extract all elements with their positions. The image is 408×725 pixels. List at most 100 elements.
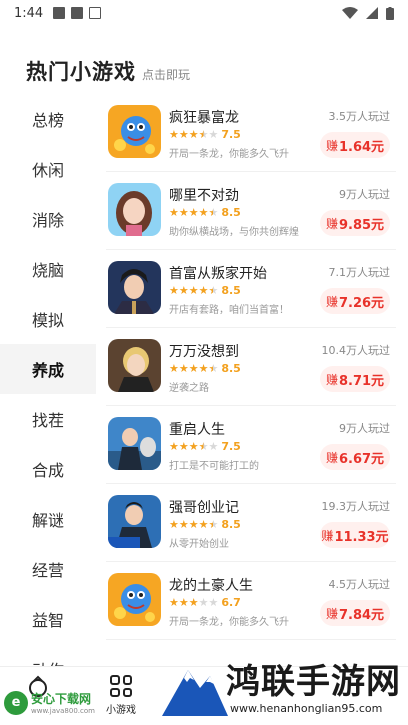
earn-amount: 11.33元 xyxy=(334,529,389,545)
sidebar-item[interactable]: 休闲 xyxy=(0,144,96,194)
star-rating-icon: ★★★★★ xyxy=(169,283,219,297)
game-rating: ★★★★★ 8.5 xyxy=(169,283,241,297)
game-description: 开局一条龙，你能多久飞升 xyxy=(169,149,289,160)
page-subtitle: 点击即玩 xyxy=(142,68,191,82)
page-title: 热门小游戏 xyxy=(26,60,136,84)
earn-reward-button[interactable]: 赚 9.85元 xyxy=(320,210,390,236)
nav-games-label: 小游戏 xyxy=(106,705,136,716)
game-description: 开局一条龙，你能多久飞升 xyxy=(169,617,289,628)
play-count: 10.4万人玩过 xyxy=(321,344,391,357)
game-list-item[interactable]: 疯狂暴富龙 ★★★★★ 7.5 开局一条龙，你能多久飞升 3.5万人玩过赚 1.64元 xyxy=(106,94,396,172)
status-bar: 1:44 xyxy=(0,0,408,26)
earn-prefix: 赚 xyxy=(325,606,338,621)
sidebar-item[interactable]: 模拟 xyxy=(0,294,96,344)
sidebar-item[interactable]: 找茬 xyxy=(0,394,96,444)
star-rating-icon: ★★★★★ xyxy=(169,205,219,219)
play-count: 3.5万人玩过 xyxy=(328,110,391,123)
notification-icon xyxy=(53,7,66,19)
game-list-item[interactable]: 首富从叛家开始 ★★★★★ 8.5 开店有套路，咱们当首富！ 7.1万人玩过赚 7.26元 xyxy=(106,250,396,328)
game-title: 哪里不对劲 xyxy=(169,188,239,204)
earn-prefix: 赚 xyxy=(325,216,338,231)
sidebar-item[interactable]: 经营 xyxy=(0,544,96,594)
game-rating: ★★★★★ 6.7 xyxy=(169,595,241,609)
game-title: 万万没想到 xyxy=(169,344,239,360)
game-list: 疯狂暴富龙 ★★★★★ 7.5 开局一条龙，你能多久飞升 3.5万人玩过赚 1.64元 哪里… xyxy=(106,94,396,640)
sidebar-item[interactable]: 养成 xyxy=(0,344,96,394)
sidebar-item[interactable]: 总榜 xyxy=(0,94,96,144)
section-header: 热门小游戏 点击即玩 xyxy=(26,56,190,86)
game-title: 疯狂暴富龙 xyxy=(169,110,239,126)
sim-card-icon xyxy=(89,7,102,19)
game-rating: ★★★★★ 7.5 xyxy=(169,127,241,141)
earn-amount: 1.64元 xyxy=(338,139,385,155)
battery-icon xyxy=(386,6,394,20)
wifi-icon xyxy=(342,7,358,19)
earn-reward-button[interactable]: 赚 6.67元 xyxy=(320,444,390,470)
game-list-item[interactable]: 重启人生 ★★★★★ 7.5 打工是不可能打工的 9万人玩过赚 6.67元 xyxy=(106,406,396,484)
game-description: 打工是不可能打工的 xyxy=(169,461,259,472)
earn-prefix: 赚 xyxy=(325,138,338,153)
game-title: 龙的土豪人生 xyxy=(169,578,253,594)
star-rating-icon: ★★★★★ xyxy=(169,361,219,375)
game-list-item[interactable]: 龙的土豪人生 ★★★★★ 6.7 开局一条龙，你能多久飞升 4.5万人玩过赚 7.84元 xyxy=(106,562,396,640)
earn-amount: 7.84元 xyxy=(338,607,385,623)
signal-icon xyxy=(366,7,378,19)
game-score: 8.5 xyxy=(221,283,241,297)
earn-amount: 8.71元 xyxy=(338,373,385,389)
watermark-right: 鸿联手游网 www.henanhonglian95.com xyxy=(160,652,408,725)
sidebar-item[interactable]: 解谜 xyxy=(0,494,96,544)
game-score: 7.5 xyxy=(221,127,241,141)
sidebar-item[interactable]: 烧脑 xyxy=(0,244,96,294)
watermark-left-title: 安心下载网 xyxy=(31,692,92,706)
game-title: 强哥创业记 xyxy=(169,500,239,516)
earn-prefix: 赚 xyxy=(325,450,338,465)
game-score: 8.5 xyxy=(221,517,241,531)
game-list-item[interactable]: 哪里不对劲 ★★★★★ 8.5 助你纵横战场，与你共创辉煌 9万人玩过赚 9.85元 xyxy=(106,172,396,250)
game-thumbnail[interactable] xyxy=(108,105,161,158)
game-score: 8.5 xyxy=(221,205,241,219)
earn-prefix: 赚 xyxy=(321,528,334,543)
game-list-item[interactable]: 强哥创业记 ★★★★★ 8.5 从零开始创业 19.3万人玩过赚 11.33元 xyxy=(106,484,396,562)
star-rating-icon: ★★★★★ xyxy=(169,595,219,609)
sidebar-item[interactable]: 消除 xyxy=(0,194,96,244)
nav-games-tab[interactable]: 小游戏 xyxy=(106,675,136,716)
game-title: 首富从叛家开始 xyxy=(169,266,267,282)
sidebar-item[interactable]: 益智 xyxy=(0,594,96,644)
game-thumbnail[interactable] xyxy=(108,495,161,548)
mountain-logo-icon xyxy=(162,670,228,716)
play-count: 4.5万人玩过 xyxy=(328,578,391,591)
earn-prefix: 赚 xyxy=(325,294,338,309)
game-description: 助你纵横战场，与你共创辉煌 xyxy=(169,227,299,238)
category-sidebar: 总榜休闲消除烧脑模拟养成找茬合成解谜经营益智动作 xyxy=(0,94,96,694)
earn-reward-button[interactable]: 赚 1.64元 xyxy=(320,132,390,158)
game-thumbnail[interactable] xyxy=(108,573,161,626)
game-rating: ★★★★★ 7.5 xyxy=(169,439,241,453)
watermark-left-url: www.java800.com xyxy=(31,707,95,715)
watermark-right-title: 鸿联手游网 xyxy=(226,662,401,702)
game-list-item[interactable]: 万万没想到 ★★★★★ 8.5 逆袭之路 10.4万人玩过赚 8.71元 xyxy=(106,328,396,406)
game-thumbnail[interactable] xyxy=(108,339,161,392)
sidebar-item[interactable]: 合成 xyxy=(0,444,96,494)
game-thumbnail[interactable] xyxy=(108,183,161,236)
game-thumbnail[interactable] xyxy=(108,261,161,314)
star-rating-icon: ★★★★★ xyxy=(169,439,219,453)
earn-prefix: 赚 xyxy=(325,372,338,387)
grid-icon xyxy=(110,675,132,697)
earn-reward-button[interactable]: 赚 7.84元 xyxy=(320,600,390,626)
game-description: 开店有套路，咱们当首富！ xyxy=(169,305,289,316)
earn-amount: 7.26元 xyxy=(338,295,385,311)
game-rating: ★★★★★ 8.5 xyxy=(169,517,241,531)
earn-reward-button[interactable]: 赚 11.33元 xyxy=(320,522,390,548)
game-rating: ★★★★★ 8.5 xyxy=(169,361,241,375)
play-count: 19.3万人玩过 xyxy=(321,500,391,513)
game-thumbnail[interactable] xyxy=(108,417,161,470)
game-description: 逆袭之路 xyxy=(169,383,209,394)
earn-amount: 6.67元 xyxy=(338,451,385,467)
earn-reward-button[interactable]: 赚 7.26元 xyxy=(320,288,390,314)
download-site-logo-icon: e xyxy=(4,690,28,715)
play-count: 9万人玩过 xyxy=(339,422,390,435)
earn-reward-button[interactable]: 赚 8.71元 xyxy=(320,366,390,392)
play-count: 9万人玩过 xyxy=(339,188,390,201)
status-time: 1:44 xyxy=(14,5,44,21)
game-rating: ★★★★★ 8.5 xyxy=(169,205,241,219)
